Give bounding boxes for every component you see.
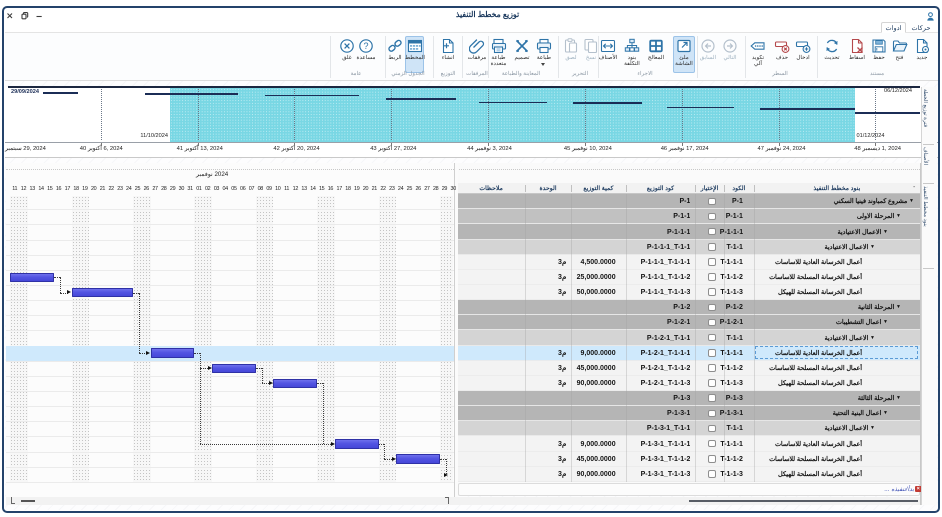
svg-text:?: ? — [363, 41, 368, 51]
